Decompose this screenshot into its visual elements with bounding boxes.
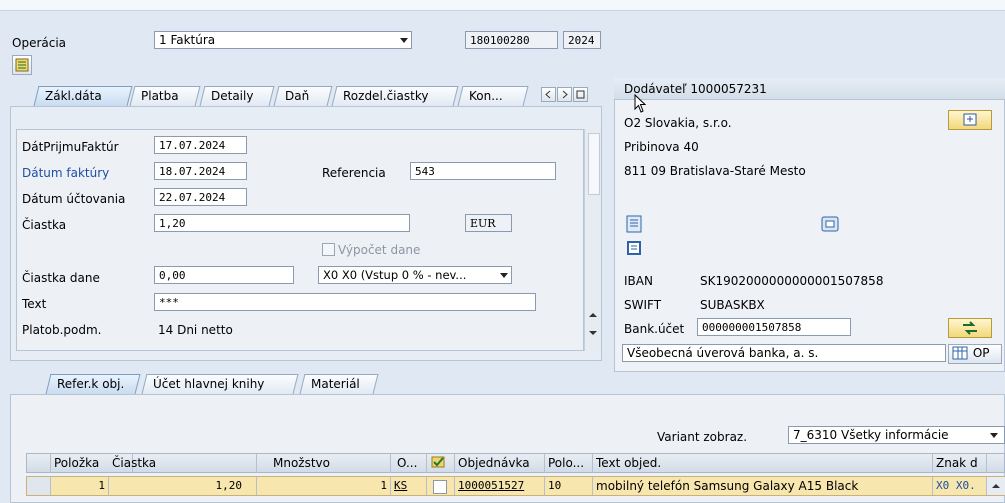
receipt-date-label: DátPrĳmuFaktúr — [22, 140, 119, 154]
row-selector[interactable] — [27, 477, 51, 495]
row-po-text[interactable]: mobilný telefón Samsung Galaxy A15 Black — [593, 477, 933, 495]
row-po-item[interactable]: 10 — [545, 477, 593, 495]
currency-field[interactable]: EUR — [465, 214, 512, 232]
tab-po-reference[interactable]: Refer.k obj. — [45, 374, 141, 394]
vendor-name: O2 Slovakia, s.r.o. — [624, 116, 732, 130]
tax-code-value: X0 X0 (Vstup 0 % - nev... — [323, 268, 467, 282]
receipt-date-field[interactable]: 17.07.2024 — [154, 136, 247, 154]
vendor-contact-icon[interactable] — [820, 214, 840, 234]
col-unit[interactable]: O... — [391, 454, 427, 472]
operation-value: 1 Faktúra — [159, 33, 216, 47]
posting-date-label: Dátum účtovania — [22, 192, 126, 206]
grid-icon — [952, 346, 968, 360]
document-number: 180100280 — [465, 31, 558, 49]
invoice-date-label: Dátum faktúry — [22, 166, 110, 180]
bank-account-label: Bank.účet — [624, 322, 685, 336]
col-quantity[interactable]: Množstvo — [257, 454, 391, 472]
vendor-street: Pribinova 40 — [624, 140, 699, 154]
tree-toggle-icon[interactable] — [12, 55, 32, 75]
chevron-down-icon[interactable] — [400, 38, 408, 43]
row-purchase-order-link[interactable]: 1000051527 — [455, 477, 545, 495]
row-checkbox-cell[interactable] — [427, 477, 455, 495]
vertical-scrollbar[interactable] — [584, 129, 601, 351]
col-po-item[interactable]: Polo... — [545, 454, 593, 472]
tax-amount-field[interactable]: 0,00 — [154, 266, 294, 284]
payment-terms-label: Platob.podm. — [22, 323, 102, 337]
tab-details[interactable]: Detaily — [199, 86, 275, 106]
layout-variant-select[interactable]: 7_6310 Všetky informácie — [788, 426, 1005, 444]
tab-basic-data[interactable]: Zákl.dáta — [33, 86, 133, 106]
amount-field[interactable]: 1,20 — [154, 214, 410, 232]
iban-label: IBAN — [624, 274, 653, 288]
calc-tax-checkbox[interactable] — [322, 243, 335, 256]
vendor-city: 811 09 Bratislava-Staré Mesto — [624, 164, 806, 178]
edit-vendor-icon — [963, 113, 977, 126]
op-label: OP — [972, 346, 990, 360]
tab-list-icon[interactable] — [573, 87, 588, 102]
chevron-down-icon[interactable] — [500, 273, 508, 278]
op-button[interactable]: OP — [948, 344, 1002, 364]
scrollbar-thumb[interactable] — [588, 133, 600, 195]
tab-payment[interactable]: Platba — [129, 86, 201, 106]
items-grid-header: Položka Čiastka Množstvo O... Objednávka… — [26, 453, 1005, 473]
tax-amount-label: Čiastka dane — [22, 271, 100, 285]
invoice-date-field[interactable]: 18.07.2024 — [154, 162, 247, 180]
layout-variant-label: Variant zobraz. — [657, 430, 748, 444]
row-selector-header[interactable] — [27, 454, 51, 472]
scroll-down-icon[interactable] — [587, 327, 599, 339]
grid-scroll-header[interactable] — [987, 454, 1004, 472]
bank-account-button[interactable] — [948, 318, 992, 338]
checkmark-icon — [431, 456, 445, 468]
tax-code-select[interactable]: X0 X0 (Vstup 0 % - nev... — [318, 266, 512, 284]
scroll-up-icon[interactable] — [990, 480, 1002, 492]
reference-label: Referencia — [322, 166, 386, 180]
top-toolbar-strip — [0, 0, 1005, 11]
amount-label: Čiastka — [22, 218, 67, 232]
bank-name-field[interactable]: Všeobecná úverová banka, a. s. — [622, 344, 946, 362]
row-amount[interactable]: 1,20 — [109, 477, 257, 495]
row-item[interactable]: 1 — [51, 477, 109, 495]
payment-terms-value: 14 Dni netto — [158, 323, 233, 337]
table-row[interactable]: 1 1,20 1 KS 1000051527 10 mobilný telefó… — [26, 476, 1005, 496]
fiscal-year: 2024 — [563, 31, 601, 49]
reference-field[interactable]: 543 — [410, 162, 556, 180]
row-checkbox[interactable] — [433, 480, 447, 494]
posting-date-field[interactable]: 22.07.2024 — [154, 188, 247, 206]
vendor-edit-button[interactable] — [948, 110, 992, 130]
operation-select[interactable]: 1 Faktúra — [154, 31, 412, 49]
calc-tax-label: Výpočet dane — [338, 243, 421, 257]
vendor-detail-icon[interactable] — [624, 238, 644, 258]
swift-value: SUBASKBX — [700, 298, 765, 312]
row-unit[interactable]: KS — [391, 477, 427, 495]
col-checked[interactable] — [427, 454, 455, 472]
scroll-up-icon[interactable] — [587, 309, 599, 321]
col-tax-code[interactable]: Znak d — [933, 454, 987, 472]
chevron-down-icon[interactable] — [990, 433, 998, 438]
col-amount[interactable]: Čiastka — [109, 454, 257, 472]
tab-gl-account[interactable]: Účet hlavnej knihy — [141, 374, 299, 394]
text-label: Text — [22, 297, 47, 311]
row-quantity[interactable]: 1 — [257, 477, 391, 495]
text-field[interactable]: *** — [154, 293, 536, 311]
iban-value: SK1902000000000001507858 — [700, 274, 884, 288]
row-tax-code[interactable]: X0 X0. — [933, 477, 987, 495]
grid-scrollbar[interactable] — [987, 477, 1005, 495]
mouse-cursor-icon — [634, 94, 647, 113]
operation-label: Operácia — [12, 36, 67, 50]
tab-scroll-left-icon[interactable] — [541, 87, 556, 102]
col-po-text[interactable]: Text objed. — [593, 454, 933, 472]
layout-variant-value: 7_6310 Všetky informácie — [793, 428, 949, 442]
swift-label: SWIFT — [624, 298, 662, 312]
transfer-icon — [963, 321, 977, 335]
col-purchase-order[interactable]: Objednávka — [455, 454, 545, 472]
tab-contact[interactable]: Kon... — [457, 86, 529, 106]
bank-account-field[interactable]: 000000001507858 — [697, 318, 851, 336]
tab-split-amount[interactable]: Rozdel.čiastky — [331, 86, 459, 106]
tab-material[interactable]: Materiál — [299, 374, 379, 394]
tab-scroll-right-icon[interactable] — [557, 87, 572, 102]
tab-tax[interactable]: Daň — [273, 86, 333, 106]
vendor-document-icon[interactable] — [624, 214, 644, 234]
